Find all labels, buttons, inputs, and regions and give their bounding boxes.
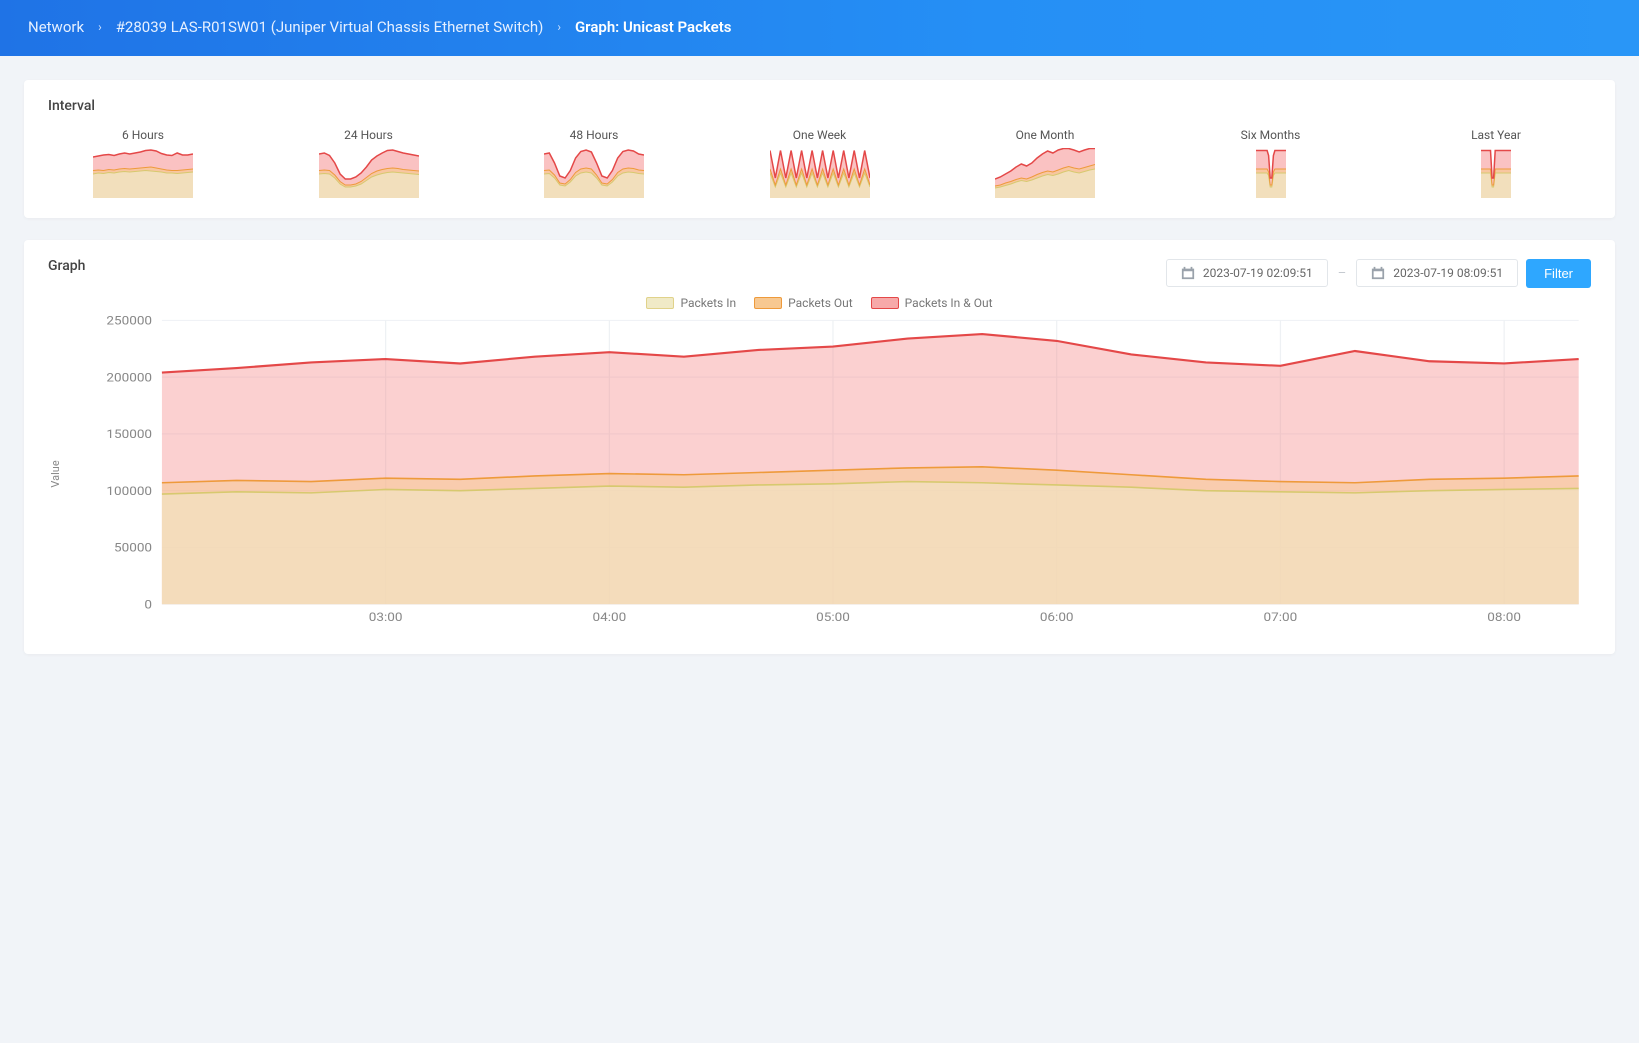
interval-label: 24 Hours bbox=[314, 128, 424, 142]
interval-option-6h[interactable]: 6 Hours bbox=[88, 128, 198, 198]
interval-option-1m[interactable]: One Month bbox=[990, 128, 1100, 198]
interval-option-1w[interactable]: One Week bbox=[765, 128, 875, 198]
svg-text:150000: 150000 bbox=[106, 428, 152, 442]
svg-text:03:00: 03:00 bbox=[369, 611, 403, 625]
svg-text:0: 0 bbox=[144, 598, 152, 612]
svg-text:06:00: 06:00 bbox=[1040, 611, 1074, 625]
date-from-picker[interactable]: 2023-07-19 02:09:51 bbox=[1166, 259, 1328, 287]
breadcrumb-current: Graph: Unicast Packets bbox=[575, 18, 732, 36]
interval-option-48h[interactable]: 48 Hours bbox=[539, 128, 649, 198]
legend-packets-in[interactable]: Packets In bbox=[646, 296, 736, 310]
date-range-separator: – bbox=[1336, 266, 1349, 281]
breadcrumb-network-link[interactable]: Network bbox=[28, 18, 84, 36]
interval-card: Interval 6 Hours 24 Hours 48 Hours One W… bbox=[24, 80, 1615, 218]
y-axis-label: Value bbox=[49, 460, 62, 487]
chevron-right-icon: › bbox=[557, 20, 561, 34]
interval-title: Interval bbox=[48, 98, 1591, 114]
filter-button[interactable]: Filter bbox=[1526, 259, 1591, 288]
interval-option-1y[interactable]: Last Year bbox=[1441, 128, 1551, 198]
interval-option-6m[interactable]: Six Months bbox=[1216, 128, 1326, 198]
svg-text:250000: 250000 bbox=[106, 314, 152, 328]
svg-text:50000: 50000 bbox=[114, 541, 152, 555]
date-to-picker[interactable]: 2023-07-19 08:09:51 bbox=[1356, 259, 1518, 287]
svg-text:05:00: 05:00 bbox=[816, 611, 850, 625]
interval-label: One Week bbox=[765, 128, 875, 142]
legend-packets-out[interactable]: Packets Out bbox=[754, 296, 853, 310]
interval-option-24h[interactable]: 24 Hours bbox=[314, 128, 424, 198]
graph-card: Graph 2023-07-19 02:09:51 – 2023-07-19 0… bbox=[24, 240, 1615, 654]
date-from-value: 2023-07-19 02:09:51 bbox=[1203, 266, 1313, 280]
interval-label: One Month bbox=[990, 128, 1100, 142]
svg-text:08:00: 08:00 bbox=[1487, 611, 1521, 625]
chart-legend: Packets In Packets Out Packets In & Out bbox=[48, 296, 1591, 310]
svg-text:100000: 100000 bbox=[106, 485, 152, 499]
svg-text:200000: 200000 bbox=[106, 371, 152, 385]
date-controls: 2023-07-19 02:09:51 – 2023-07-19 08:09:5… bbox=[1166, 259, 1591, 288]
date-to-value: 2023-07-19 08:09:51 bbox=[1393, 266, 1503, 280]
svg-text:04:00: 04:00 bbox=[593, 611, 627, 625]
graph-title: Graph bbox=[48, 258, 85, 274]
calendar-icon bbox=[1371, 266, 1385, 280]
interval-label: 48 Hours bbox=[539, 128, 649, 142]
svg-text:07:00: 07:00 bbox=[1264, 611, 1298, 625]
interval-label: Six Months bbox=[1216, 128, 1326, 142]
main-chart[interactable]: 0 50000 100000 150000 200000 250000 03:00 04:00… bbox=[88, 314, 1591, 634]
chevron-right-icon: › bbox=[98, 20, 102, 34]
breadcrumb-device-link[interactable]: #28039 LAS-R01SW01 (Juniper Virtual Chas… bbox=[116, 18, 544, 36]
calendar-icon bbox=[1181, 266, 1195, 280]
breadcrumb: Network › #28039 LAS-R01SW01 (Juniper Vi… bbox=[0, 0, 1639, 56]
interval-label: Last Year bbox=[1441, 128, 1551, 142]
legend-packets-both[interactable]: Packets In & Out bbox=[871, 296, 993, 310]
interval-label: 6 Hours bbox=[88, 128, 198, 142]
